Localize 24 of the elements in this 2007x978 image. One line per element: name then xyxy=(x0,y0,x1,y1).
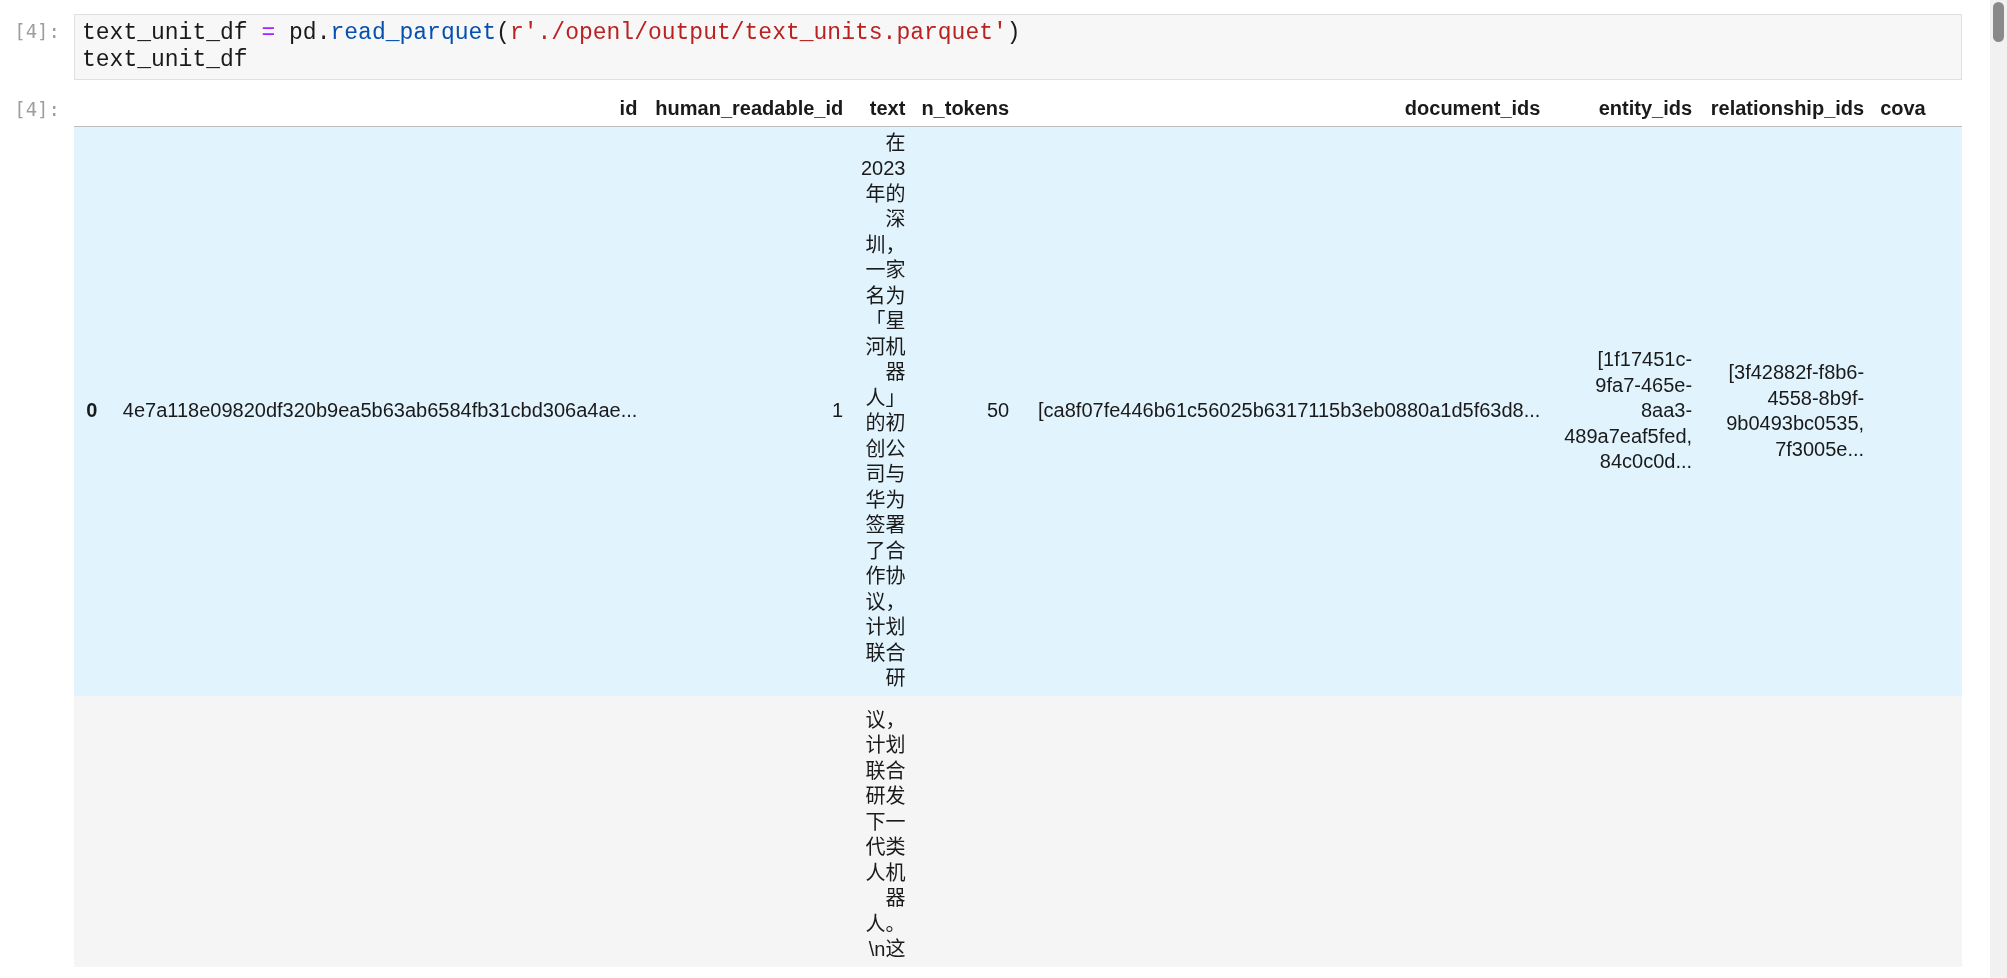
code-line: text_unit_df xyxy=(82,47,248,74)
column-header: n_tokens xyxy=(913,92,1018,126)
table-cell: [3f42882f-f8b6-4558-8b9f-9b0493bc0535, 7f3005e... xyxy=(1700,126,1873,696)
column-header: cova xyxy=(1872,92,1962,126)
table-cell: 50 xyxy=(913,126,1018,696)
column-header: relationship_ids xyxy=(1700,92,1873,126)
code-cell[interactable]: text_unit_df = pd.read_parquet(r'./openl/output/text_units.parquet') text_unit_df xyxy=(74,14,1962,80)
cell-prompt: [4]: xyxy=(13,97,61,120)
row-index: 0 xyxy=(74,126,106,696)
scrollbar-thumb[interactable] xyxy=(1993,2,2004,42)
code-line: text_unit_df = pd.read_parquet(r'./openl/output/text_units.parquet') xyxy=(82,20,1021,47)
column-header: entity_ids xyxy=(1548,92,1701,126)
column-header: document_ids xyxy=(1017,92,1549,126)
table-cell: 在2023年的深圳，一家名为「星河机器人」的初创公司与华为签署了合作协议，计划联合研 xyxy=(851,126,914,696)
scrollbar[interactable] xyxy=(1990,0,2007,978)
column-header: id xyxy=(105,92,646,126)
table-cell: 4e7a118e09820df320b9ea5b63ab6584fb31cbd306a4ae... xyxy=(105,126,646,696)
table-cell: [1f17451c-9fa7-465e-8aa3-489a7eaf5fed, 84c0c0d... xyxy=(1548,126,1701,696)
column-header: human_readable_id xyxy=(645,92,852,126)
column-header: text xyxy=(851,92,914,126)
cell-prompt: [4]: xyxy=(13,19,61,42)
table-cell: [ca8f07fe446b61c56025b6317115b3eb0880a1d5f63d8... xyxy=(1017,126,1549,696)
table-cell: 议，计划联合研发下一代类人机器人。\n这 xyxy=(851,695,914,967)
table-cell: 1 xyxy=(645,126,852,696)
